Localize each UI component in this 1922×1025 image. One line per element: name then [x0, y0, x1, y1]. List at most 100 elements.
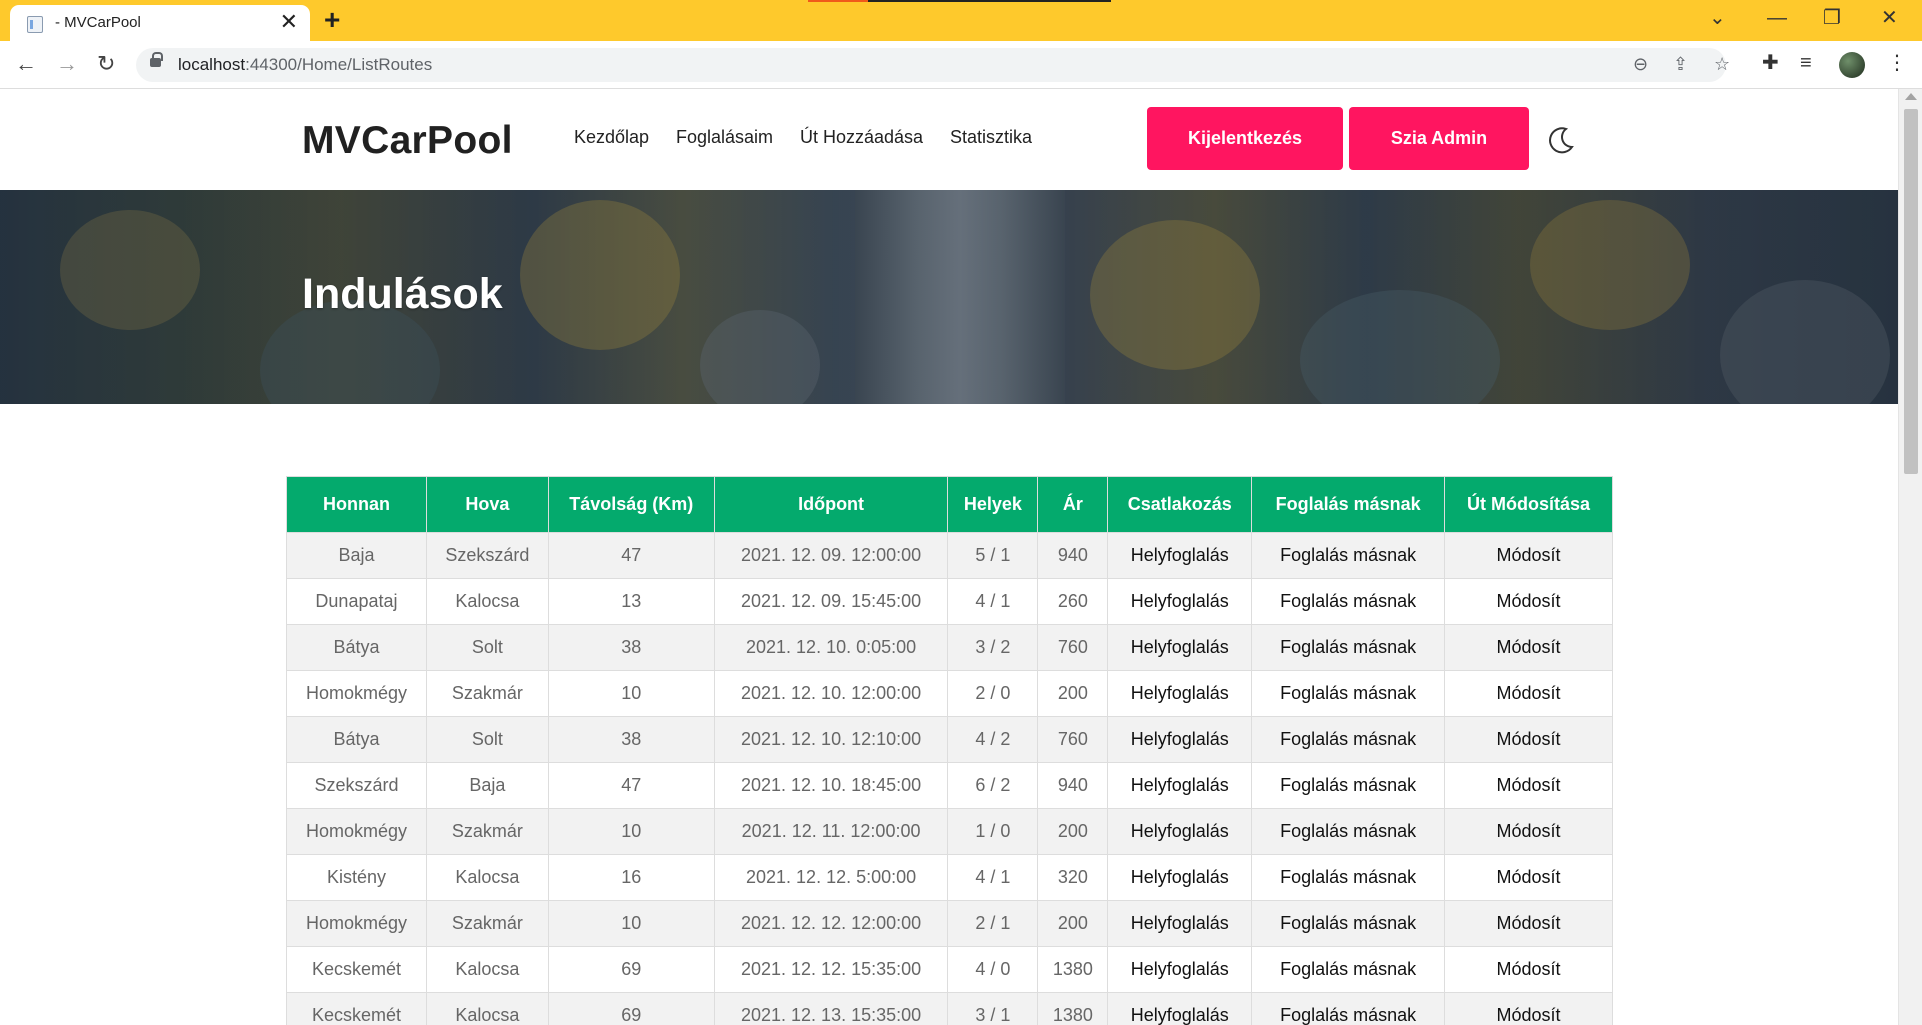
join-link[interactable]: Helyfoglalás — [1107, 578, 1253, 625]
restore-icon[interactable]: ❐ — [1823, 6, 1841, 30]
close-window-icon[interactable]: ✕ — [1881, 6, 1898, 30]
cell-time: 2021. 12. 09. 15:45:00 — [713, 578, 949, 625]
join-link[interactable]: Helyfoglalás — [1107, 762, 1253, 809]
edit-route-link[interactable]: Módosít — [1444, 624, 1613, 671]
join-link[interactable]: Helyfoglalás — [1107, 854, 1253, 901]
minimize-icon[interactable]: — — [1767, 6, 1787, 30]
cell-seats: 4 / 2 — [947, 716, 1039, 763]
forward-icon[interactable]: → — [56, 51, 78, 77]
join-link[interactable]: Helyfoglalás — [1107, 946, 1253, 993]
extensions-icon[interactable]: ✚ — [1762, 51, 1779, 75]
new-tab-icon[interactable]: + — [324, 5, 340, 35]
logout-button[interactable]: Kijelentkezés — [1147, 107, 1343, 170]
table-row: Homokmégy Szakmár 10 2021. 12. 10. 12:00:00… — [286, 670, 1613, 717]
cell-to: Kalocsa — [425, 854, 549, 901]
join-link[interactable]: Helyfoglalás — [1107, 532, 1253, 579]
cell-price: 200 — [1037, 670, 1109, 717]
book-for-other-link[interactable]: Foglalás másnak — [1251, 624, 1446, 671]
edit-route-link[interactable]: Módosít — [1444, 578, 1613, 625]
browser-tab[interactable]: - MVCarPool ✕ — [10, 5, 310, 41]
header-seats: Helyek — [947, 476, 1039, 533]
cell-seats: 1 / 0 — [947, 808, 1039, 855]
more-menu-icon[interactable]: ⋮ — [1887, 51, 1907, 75]
back-icon[interactable]: ← — [15, 51, 37, 77]
routes-table-body: Baja Szekszárd 47 2021. 12. 09. 12:00:00 5 /… — [286, 532, 1613, 1025]
edit-route-link[interactable]: Módosít — [1444, 900, 1613, 947]
book-for-other-link[interactable]: Foglalás másnak — [1251, 946, 1446, 993]
book-for-other-link[interactable]: Foglalás másnak — [1251, 670, 1446, 717]
cell-to: Szakmár — [425, 670, 549, 717]
address-bar[interactable]: localhost:44300/Home/ListRoutes ⊖ ⇪ ☆ — [136, 48, 1730, 82]
cell-price: 200 — [1037, 808, 1109, 855]
profile-avatar[interactable] — [1839, 52, 1865, 78]
cell-seats: 3 / 1 — [947, 992, 1039, 1025]
edit-route-link[interactable]: Módosít — [1444, 992, 1613, 1025]
book-for-other-link[interactable]: Foglalás másnak — [1251, 854, 1446, 901]
header-to: Hova — [425, 476, 549, 533]
bookmark-star-icon[interactable]: ☆ — [1714, 54, 1730, 75]
tab-search-icon[interactable]: ⌄ — [1709, 6, 1726, 30]
hero-banner: Indulások — [0, 190, 1898, 404]
book-for-other-link[interactable]: Foglalás másnak — [1251, 578, 1446, 625]
edit-route-link[interactable]: Módosít — [1444, 532, 1613, 579]
cell-distance: 38 — [547, 716, 715, 763]
cell-time: 2021. 12. 13. 15:35:00 — [713, 992, 949, 1025]
header-edit-route: Út Módosítása — [1444, 476, 1613, 533]
cell-distance: 69 — [547, 946, 715, 993]
cell-time: 2021. 12. 12. 12:00:00 — [713, 900, 949, 947]
join-link[interactable]: Helyfoglalás — [1107, 716, 1253, 763]
join-link[interactable]: Helyfoglalás — [1107, 624, 1253, 671]
brand-logo[interactable]: MVCarPool — [302, 119, 513, 163]
book-for-other-link[interactable]: Foglalás másnak — [1251, 716, 1446, 763]
page-scrollbar[interactable] — [1898, 89, 1922, 1025]
cell-price: 940 — [1037, 762, 1109, 809]
edit-route-link[interactable]: Módosít — [1444, 762, 1613, 809]
join-link[interactable]: Helyfoglalás — [1107, 808, 1253, 855]
join-link[interactable]: Helyfoglalás — [1107, 900, 1253, 947]
book-for-other-link[interactable]: Foglalás másnak — [1251, 762, 1446, 809]
cell-price: 260 — [1037, 578, 1109, 625]
dark-mode-moon-icon[interactable] — [1546, 125, 1576, 155]
browser-titlebar: - MVCarPool ✕ + ⌄ — ❐ ✕ — [0, 0, 1922, 41]
edit-route-link[interactable]: Módosít — [1444, 854, 1613, 901]
cell-seats: 2 / 1 — [947, 900, 1039, 947]
nav-add-route[interactable]: Út Hozzáadása — [800, 127, 923, 148]
nav-my-bookings[interactable]: Foglalásaim — [676, 127, 773, 148]
book-for-other-link[interactable]: Foglalás másnak — [1251, 992, 1446, 1025]
scroll-up-icon[interactable] — [1905, 93, 1917, 100]
table-row: Kecskemét Kalocsa 69 2021. 12. 13. 15:35:00… — [286, 992, 1613, 1025]
cell-from: Homokmégy — [286, 670, 427, 717]
greeting-button[interactable]: Szia Admin — [1349, 107, 1529, 170]
edit-route-link[interactable]: Módosít — [1444, 716, 1613, 763]
share-icon[interactable]: ⇪ — [1673, 54, 1688, 75]
header-time: Időpont — [713, 476, 949, 533]
table-row: Szekszárd Baja 47 2021. 12. 10. 18:45:00 6 /… — [286, 762, 1613, 809]
nav-statistics[interactable]: Statisztika — [950, 127, 1032, 148]
cell-distance: 38 — [547, 624, 715, 671]
cell-distance: 10 — [547, 900, 715, 947]
nav-home[interactable]: Kezdőlap — [574, 127, 649, 148]
cell-distance: 16 — [547, 854, 715, 901]
zoom-icon[interactable]: ⊖ — [1633, 54, 1648, 75]
book-for-other-link[interactable]: Foglalás másnak — [1251, 532, 1446, 579]
close-tab-icon[interactable]: ✕ — [280, 11, 298, 33]
edit-route-link[interactable]: Módosít — [1444, 670, 1613, 717]
join-link[interactable]: Helyfoglalás — [1107, 992, 1253, 1025]
table-row: Baja Szekszárd 47 2021. 12. 09. 12:00:00 5 /… — [286, 532, 1613, 579]
edit-route-link[interactable]: Módosít — [1444, 808, 1613, 855]
routes-table-container: Honnan Hova Távolság (Km) Időpont Helyek… — [286, 476, 1613, 1025]
reload-icon[interactable]: ↻ — [97, 51, 115, 77]
reading-list-icon[interactable]: ≡ — [1800, 51, 1812, 75]
scrollbar-thumb[interactable] — [1904, 109, 1918, 474]
cell-distance: 69 — [547, 992, 715, 1025]
book-for-other-link[interactable]: Foglalás másnak — [1251, 808, 1446, 855]
site-header: MVCarPool Kezdőlap Foglalásaim Út Hozzáa… — [0, 89, 1898, 190]
cell-time: 2021. 12. 09. 12:00:00 — [713, 532, 949, 579]
cell-seats: 5 / 1 — [947, 532, 1039, 579]
book-for-other-link[interactable]: Foglalás másnak — [1251, 900, 1446, 947]
cell-to: Solt — [425, 716, 549, 763]
cell-time: 2021. 12. 12. 5:00:00 — [713, 854, 949, 901]
lock-icon[interactable] — [150, 52, 163, 67]
join-link[interactable]: Helyfoglalás — [1107, 670, 1253, 717]
edit-route-link[interactable]: Módosít — [1444, 946, 1613, 993]
